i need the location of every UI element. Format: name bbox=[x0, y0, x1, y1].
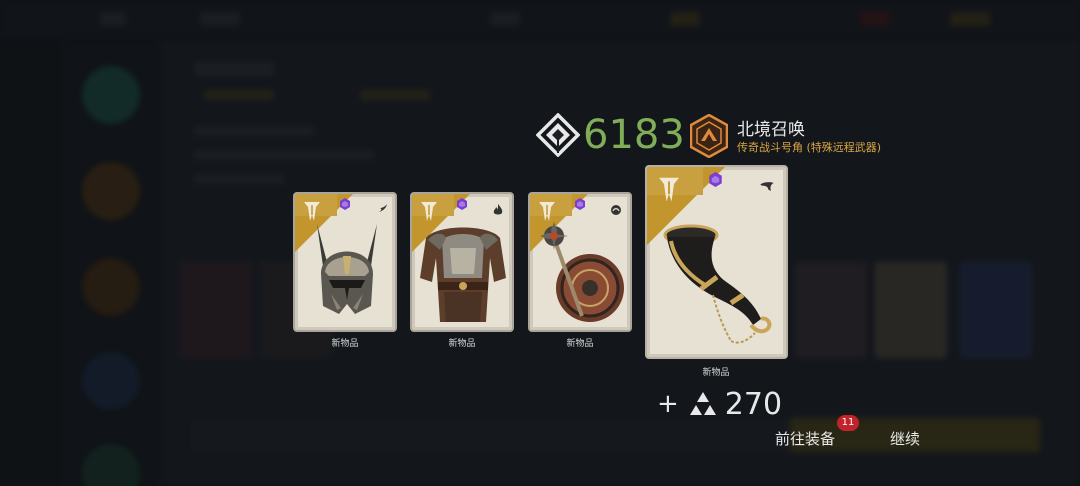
item-card-helmet[interactable] bbox=[293, 192, 397, 332]
triangle-shards-icon bbox=[689, 392, 716, 415]
reward-amount: 270 bbox=[724, 386, 783, 422]
chest-armor-art bbox=[420, 227, 506, 322]
purple-gem-icon bbox=[709, 172, 722, 187]
horn-icon bbox=[760, 182, 774, 191]
class-emblem-icon bbox=[659, 177, 679, 202]
currency-value: 6183 bbox=[583, 112, 685, 158]
purple-gem-icon bbox=[575, 198, 585, 210]
card-caption: 新物品 bbox=[702, 368, 730, 378]
card-caption: 新物品 bbox=[448, 339, 476, 349]
item-card-chest-armor[interactable] bbox=[410, 192, 514, 332]
wind-icon bbox=[379, 204, 387, 212]
reward-plus: + bbox=[657, 389, 679, 419]
diamond-gem-icon bbox=[536, 113, 580, 157]
continue-button[interactable]: 继续 bbox=[870, 425, 940, 453]
card-caption: 新物品 bbox=[566, 339, 594, 349]
notification-badge: 11 bbox=[837, 415, 859, 431]
item-type: 传奇战斗号角 (特殊远程武器) bbox=[737, 141, 882, 154]
fire-icon bbox=[493, 204, 503, 215]
legendary-emblem-icon bbox=[690, 114, 728, 158]
item-name: 北境召唤 bbox=[737, 120, 805, 140]
war-horn-art bbox=[663, 224, 772, 344]
mace-shield-art bbox=[540, 222, 624, 322]
item-card-mace-shield[interactable] bbox=[528, 192, 632, 332]
reward-line: + 270 bbox=[657, 386, 782, 422]
purple-gem-icon bbox=[340, 198, 350, 210]
water-icon bbox=[611, 205, 621, 215]
go-to-equip-button[interactable]: 前往装备 bbox=[760, 425, 850, 453]
purple-gem-icon bbox=[457, 198, 467, 210]
helmet-art bbox=[317, 224, 377, 314]
reward-screen: 6183 北境召唤 传奇战斗号角 (特殊远程武器) 新物品 新物品 新物品 新物… bbox=[0, 0, 1080, 486]
item-card-war-horn[interactable] bbox=[645, 165, 788, 359]
card-caption: 新物品 bbox=[331, 339, 359, 349]
